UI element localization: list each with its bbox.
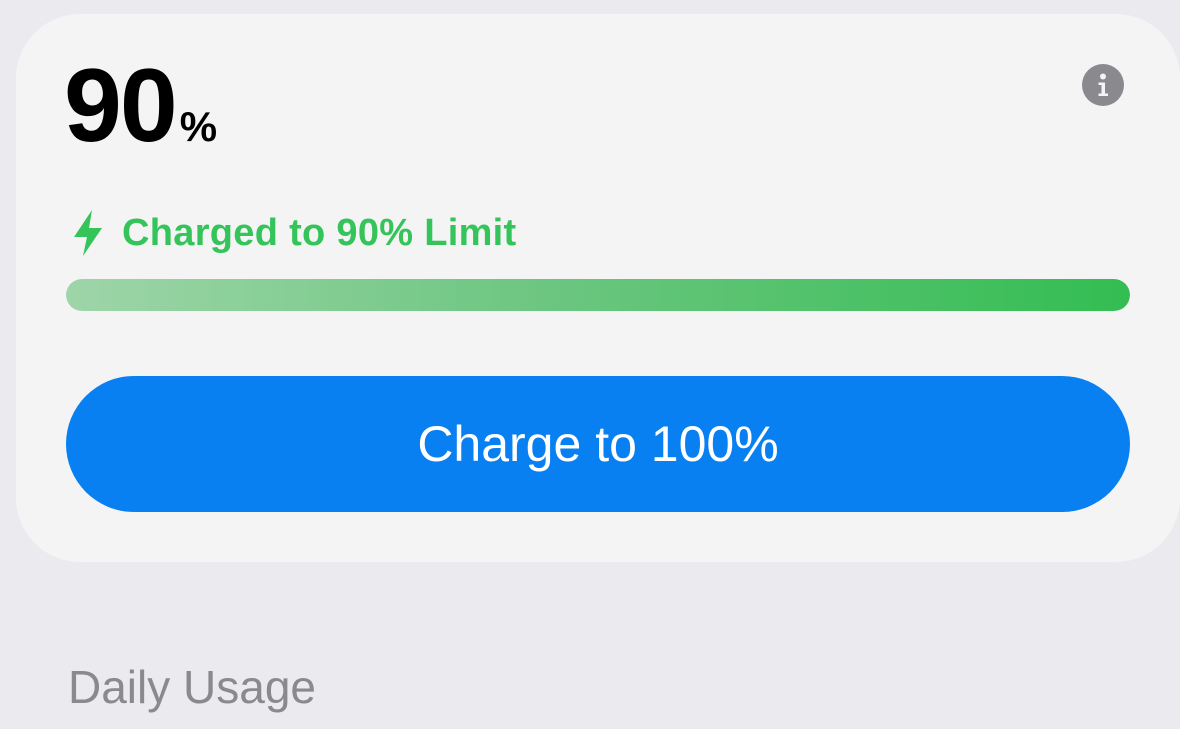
battery-progress-fill (66, 279, 1130, 311)
battery-percentage: 90 % (64, 54, 217, 158)
battery-percentage-unit: % (179, 103, 218, 150)
battery-progress-bar (66, 279, 1130, 311)
info-button[interactable] (1081, 63, 1125, 107)
daily-usage-heading: Daily Usage (68, 661, 316, 713)
info-icon (1082, 64, 1124, 106)
battery-settings-page: 90 % Charged to 90% Limit Charge to 100%… (0, 0, 1180, 729)
battery-percentage-number: 90 (64, 48, 178, 164)
charge-to-100-button[interactable]: Charge to 100% (66, 376, 1130, 512)
charging-status-text: Charged to 90% Limit (122, 211, 517, 254)
lightning-bolt-icon (68, 206, 108, 260)
charging-status: Charged to 90% Limit (68, 206, 517, 260)
